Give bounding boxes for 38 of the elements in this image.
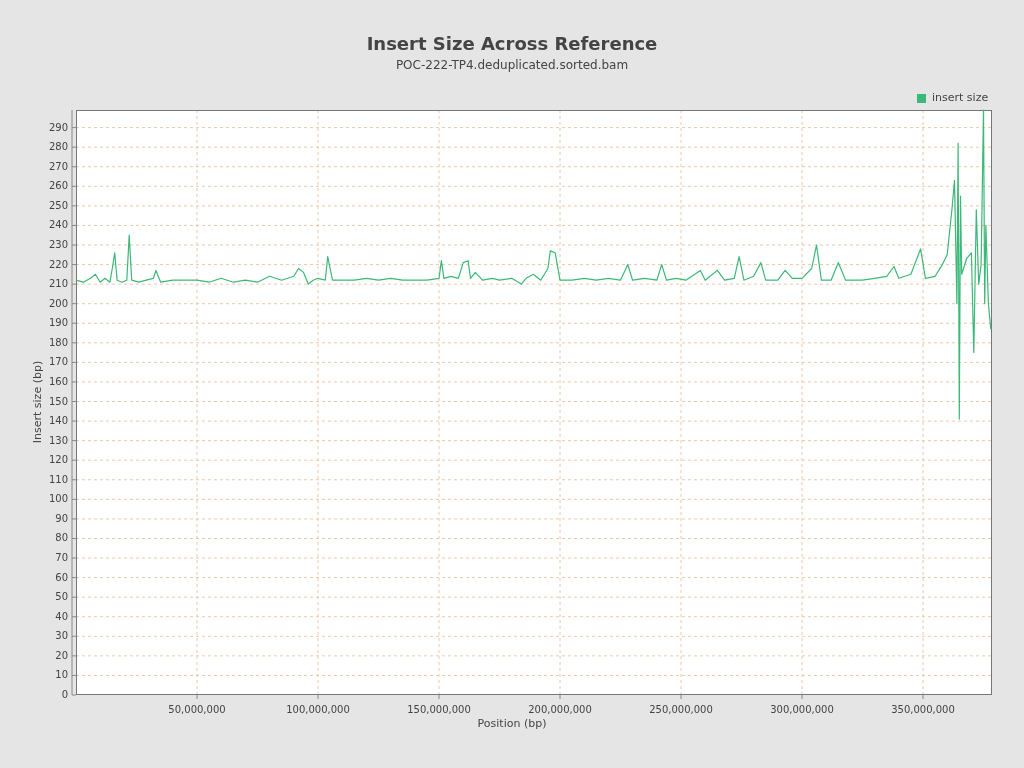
x-tick-label: 100,000,000 [285, 704, 351, 716]
y-tick-label: 40 [54, 610, 68, 623]
legend-label: insert size [932, 91, 989, 105]
y-tick-label: 230 [47, 239, 68, 251]
x-tick-label: 300,000,000 [769, 704, 835, 716]
y-tick-label: 70 [54, 552, 68, 565]
y-tick-label: 180 [47, 336, 68, 349]
y-tick-label: 20 [54, 649, 68, 662]
y-tick-label: 90 [54, 512, 68, 525]
chart-title: Insert Size Across Reference [365, 32, 659, 56]
y-tick-label: 50 [54, 591, 68, 604]
y-tick-label: 280 [47, 141, 68, 154]
y-tick-label: 240 [47, 219, 68, 232]
y-tick-label: 80 [54, 532, 68, 545]
y-tick-label: 250 [47, 199, 68, 212]
y-axis-title: Insert size (bp) [31, 359, 45, 446]
legend-swatch [917, 94, 926, 103]
x-tick-label: 350,000,000 [890, 704, 956, 716]
y-tick-label: 0 [60, 689, 68, 701]
y-tick-label: 260 [47, 180, 68, 193]
y-tick-label: 210 [47, 278, 68, 291]
chart-subtitle: POC-222-TP4.deduplicated.sorted.bam [394, 57, 630, 74]
x-tick-label: 150,000,000 [406, 704, 472, 716]
y-tick-label: 200 [47, 297, 68, 310]
x-tick-label: 50,000,000 [167, 704, 227, 716]
x-tick-label: 200,000,000 [527, 704, 593, 716]
y-tick-label: 220 [47, 258, 68, 271]
y-tick-label: 290 [47, 121, 68, 134]
y-tick-label: 100 [47, 493, 68, 506]
y-tick-label: 30 [54, 630, 68, 643]
y-tick-label: 10 [54, 669, 68, 682]
y-tick-label: 190 [47, 317, 68, 330]
y-tick-label: 120 [47, 454, 68, 467]
y-tick-label: 270 [47, 160, 68, 173]
y-tick-label: 60 [54, 571, 68, 584]
y-tick-label: 110 [47, 473, 68, 486]
x-tick-label: 250,000,000 [648, 704, 714, 716]
x-axis-title: Position (bp) [476, 717, 548, 731]
